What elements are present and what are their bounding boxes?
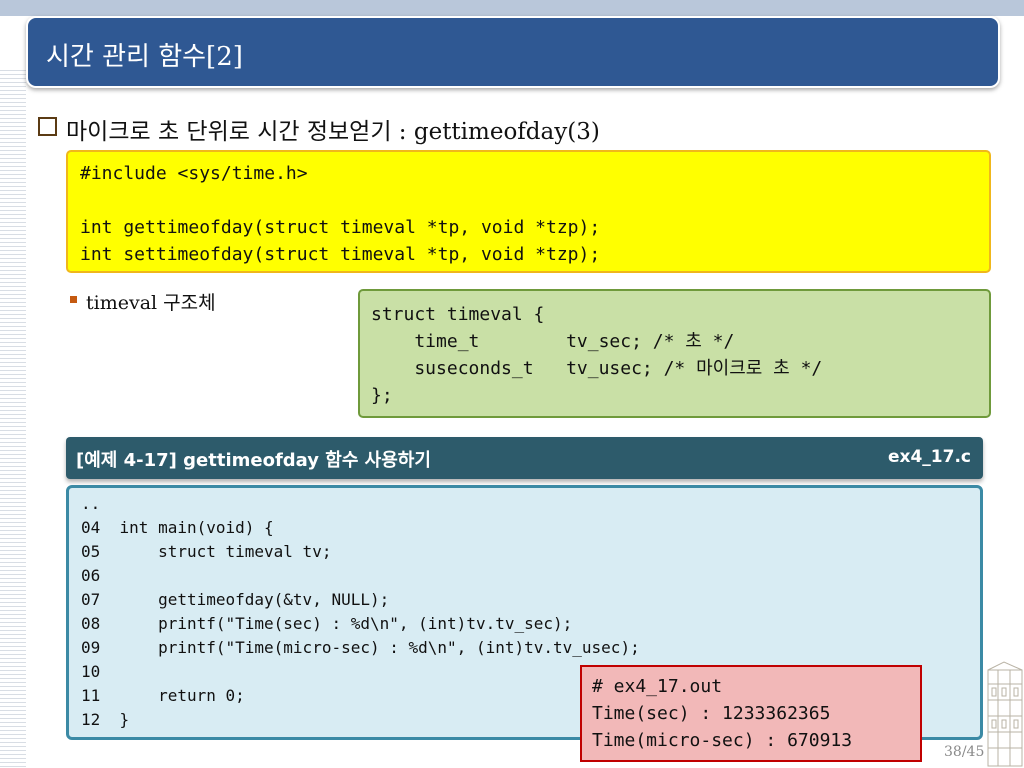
struct-line: struct timeval { <box>371 304 545 325</box>
example-header: [예제 4-17] gettimeofday 함수 사용하기 ex4_17.c <box>66 437 983 479</box>
code-line: 08 printf("Time(sec) : %d\n", (int)tv.tv… <box>81 614 573 633</box>
example-title: [예제 4-17] gettimeofday 함수 사용하기 <box>76 450 431 471</box>
top-band <box>0 0 1024 16</box>
section-heading: 마이크로 초 단위로 시간 정보얻기 : gettimeofday(3) <box>66 119 600 145</box>
output-line: Time(micro-sec) : 670913 <box>592 730 853 751</box>
building-sketch-decoration <box>987 661 1023 767</box>
code-line: 09 printf("Time(micro-sec) : %d\n", (int… <box>81 638 640 657</box>
code-line: 04 int main(void) { <box>81 518 274 537</box>
example-filename: ex4_17.c <box>887 447 971 467</box>
square-bullet-icon <box>70 296 77 303</box>
struct-line: }; <box>371 385 393 406</box>
checkbox-bullet-icon <box>38 117 57 136</box>
synopsis-line: #include <sys/time.h> <box>80 163 308 184</box>
synopsis-line: int gettimeofday(struct timeval *tp, voi… <box>80 217 601 238</box>
code-line: 05 struct timeval tv; <box>81 542 332 561</box>
output-line: # ex4_17.out <box>592 676 723 697</box>
synopsis-code-box: #include <sys/time.h> int gettimeofday(s… <box>66 150 991 273</box>
struct-line: time_t tv_sec; /* 초 */ <box>371 331 735 352</box>
slide-title: 시간 관리 함수[2] <box>46 42 243 72</box>
synopsis-line <box>80 187 977 214</box>
page-number: 38/45 <box>944 744 985 760</box>
program-output-box: # ex4_17.out Time(sec) : 1233362365 Time… <box>580 665 922 762</box>
code-line: 07 gettimeofday(&tv, NULL); <box>81 590 390 609</box>
synopsis-line: int settimeofday(struct timeval *tp, voi… <box>80 244 601 265</box>
left-stripe-decoration <box>0 70 26 768</box>
output-line: Time(sec) : 1233362365 <box>592 703 831 724</box>
struct-line: suseconds_t tv_usec; /* 마이크로 초 */ <box>371 358 823 379</box>
code-line: .. <box>81 494 101 513</box>
code-line: 06 <box>81 566 101 585</box>
struct-bullet-label: timeval 구조체 <box>86 292 216 314</box>
struct-code-box: struct timeval { time_t tv_sec; /* 초 */ … <box>358 289 991 418</box>
title-bar: 시간 관리 함수[2] <box>26 16 1000 88</box>
